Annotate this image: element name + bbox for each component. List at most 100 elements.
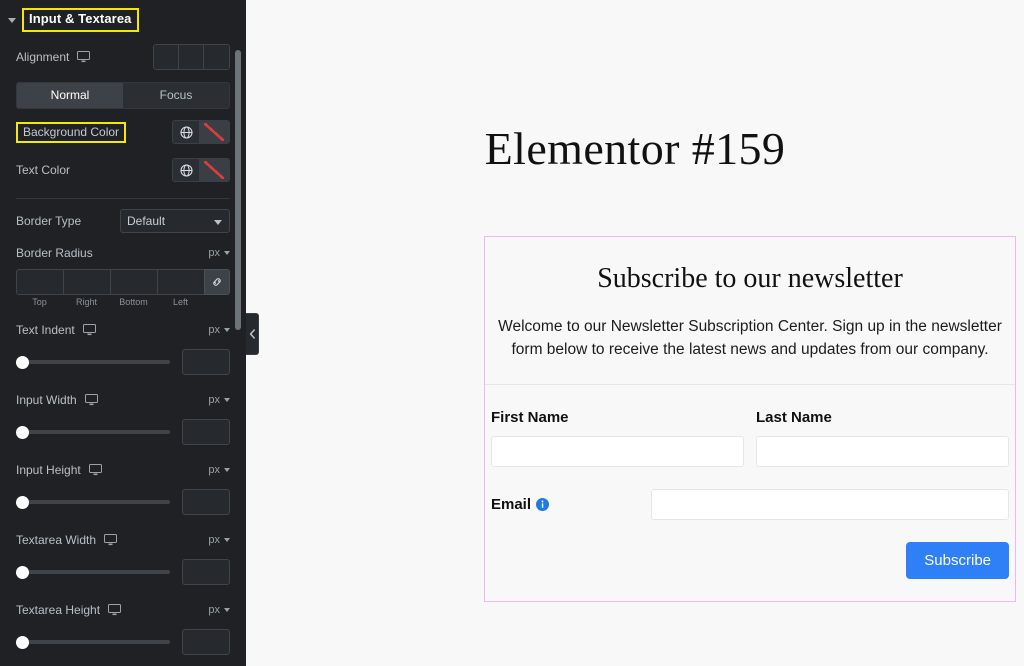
chevron-down-icon — [224, 608, 230, 612]
align-center-button[interactable] — [179, 45, 204, 69]
textarea-width-label-wrap: Textarea Width — [16, 533, 208, 547]
globe-icon[interactable] — [173, 121, 199, 143]
slider-handle[interactable] — [16, 355, 29, 369]
email-input[interactable] — [651, 488, 1009, 520]
align-right-button[interactable] — [204, 45, 229, 69]
border-type-select[interactable]: Default — [120, 209, 230, 233]
text-color-swatch[interactable] — [199, 159, 229, 181]
chevron-down-icon — [224, 328, 230, 332]
corner-label-left: Left — [172, 297, 188, 307]
elementor-settings-panel: Input & Textarea Alignment Normal Focus … — [0, 0, 246, 666]
slider-track — [16, 500, 170, 504]
alignment-button-group[interactable] — [153, 44, 230, 70]
chevron-down-icon[interactable] — [8, 17, 16, 23]
panel-scrollbar[interactable] — [235, 0, 244, 666]
textarea-width-unit: px — [208, 534, 220, 546]
link-icon[interactable] — [204, 269, 230, 295]
corner-label-top: Top — [32, 297, 47, 307]
chevron-down-icon — [224, 398, 230, 402]
textarea-width-slider-row — [0, 555, 246, 585]
panel-collapse-handle[interactable] — [246, 313, 259, 355]
slider-handle[interactable] — [16, 425, 29, 439]
textarea-height-slider-row — [0, 625, 246, 655]
align-left-button[interactable] — [154, 45, 179, 69]
page-preview: Elementor #159 Subscribe to our newslett… — [246, 0, 1024, 666]
border-radius-top-input[interactable] — [16, 269, 63, 295]
control-border-radius: Border Radius px — [0, 239, 246, 267]
form-intro-text: Welcome to our Newsletter Subscription C… — [498, 318, 1002, 359]
text-indent-slider[interactable] — [16, 354, 170, 370]
app-root: Input & Textarea Alignment Normal Focus … — [0, 0, 1024, 666]
textarea-height-unit-selector[interactable]: px — [208, 604, 230, 616]
control-alignment: Alignment — [0, 40, 246, 74]
alignment-label-wrap: Alignment — [16, 50, 153, 64]
control-text-indent: Text Indent px — [0, 315, 246, 345]
control-input-width: Input Width px — [0, 385, 246, 415]
slider-controls-group: Text Indent px Input Width px Input Heig… — [0, 315, 246, 655]
slider-handle[interactable] — [16, 565, 29, 579]
info-icon[interactable] — [536, 497, 550, 511]
background-color-picker[interactable] — [172, 120, 230, 144]
section-header-input-textarea[interactable]: Input & Textarea — [0, 0, 246, 40]
text-color-label: Text Color — [16, 163, 71, 177]
control-textarea-height: Textarea Height px — [0, 595, 246, 625]
textarea-width-slider[interactable] — [16, 564, 170, 580]
text-indent-label: Text Indent — [16, 323, 75, 337]
textarea-height-label-wrap: Textarea Height — [16, 603, 208, 617]
background-color-label: Background Color — [16, 121, 127, 143]
control-textarea-width: Textarea Width px — [0, 525, 246, 555]
globe-icon[interactable] — [173, 159, 199, 181]
border-radius-unit-selector[interactable]: px — [208, 247, 230, 259]
slider-handle[interactable] — [16, 635, 29, 649]
monitor-icon[interactable] — [108, 604, 122, 616]
border-type-label: Border Type — [16, 214, 82, 228]
text-indent-unit: px — [208, 324, 220, 336]
input-width-unit: px — [208, 394, 220, 406]
input-width-unit-selector[interactable]: px — [208, 394, 230, 406]
panel-scrollbar-thumb[interactable] — [235, 50, 241, 330]
input-height-label: Input Height — [16, 463, 81, 477]
textarea-height-input[interactable] — [182, 629, 230, 655]
border-radius-bottom-input[interactable] — [110, 269, 157, 295]
input-height-unit-selector[interactable]: px — [208, 464, 230, 476]
input-height-input[interactable] — [182, 489, 230, 515]
text-indent-unit-selector[interactable]: px — [208, 324, 230, 336]
corner-label-right: Right — [75, 297, 97, 307]
subscribe-button[interactable]: Subscribe — [906, 541, 1009, 579]
text-color-picker[interactable] — [172, 158, 230, 182]
border-radius-label: Border Radius — [16, 246, 93, 260]
control-border-type: Border Type Default — [0, 203, 246, 239]
slider-track — [16, 570, 170, 574]
input-height-slider[interactable] — [16, 494, 170, 510]
border-radius-left-input[interactable] — [157, 269, 204, 295]
textarea-height-label: Textarea Height — [16, 603, 101, 617]
textarea-width-unit-selector[interactable]: px — [208, 534, 230, 546]
control-background-color: Background Color — [0, 113, 246, 151]
textarea-width-input[interactable] — [182, 559, 230, 585]
tab-normal[interactable]: Normal — [17, 83, 123, 108]
input-width-slider[interactable] — [16, 424, 170, 440]
border-radius-right-input[interactable] — [63, 269, 110, 295]
state-tabs: Normal Focus — [16, 82, 230, 109]
monitor-icon[interactable] — [104, 534, 118, 546]
textarea-height-unit: px — [208, 604, 220, 616]
input-width-slider-row — [0, 415, 246, 445]
first-name-input[interactable] — [491, 435, 744, 467]
textarea-height-slider[interactable] — [16, 634, 170, 650]
monitor-icon[interactable] — [82, 324, 96, 336]
input-height-label-wrap: Input Height — [16, 463, 208, 477]
slider-handle[interactable] — [16, 495, 29, 509]
first-name-label: First Name — [491, 408, 569, 426]
last-name-label: Last Name — [756, 408, 832, 426]
background-color-swatch[interactable] — [199, 121, 229, 143]
monitor-icon[interactable] — [84, 394, 98, 406]
monitor-icon[interactable] — [88, 464, 102, 476]
monitor-icon[interactable] — [77, 51, 91, 63]
input-height-slider-row — [0, 485, 246, 515]
input-width-input[interactable] — [182, 419, 230, 445]
last-name-input[interactable] — [756, 435, 1009, 467]
text-indent-input[interactable] — [182, 349, 230, 375]
slider-track — [16, 430, 170, 434]
email-label: Email — [491, 495, 532, 513]
tab-focus[interactable]: Focus — [123, 83, 229, 108]
